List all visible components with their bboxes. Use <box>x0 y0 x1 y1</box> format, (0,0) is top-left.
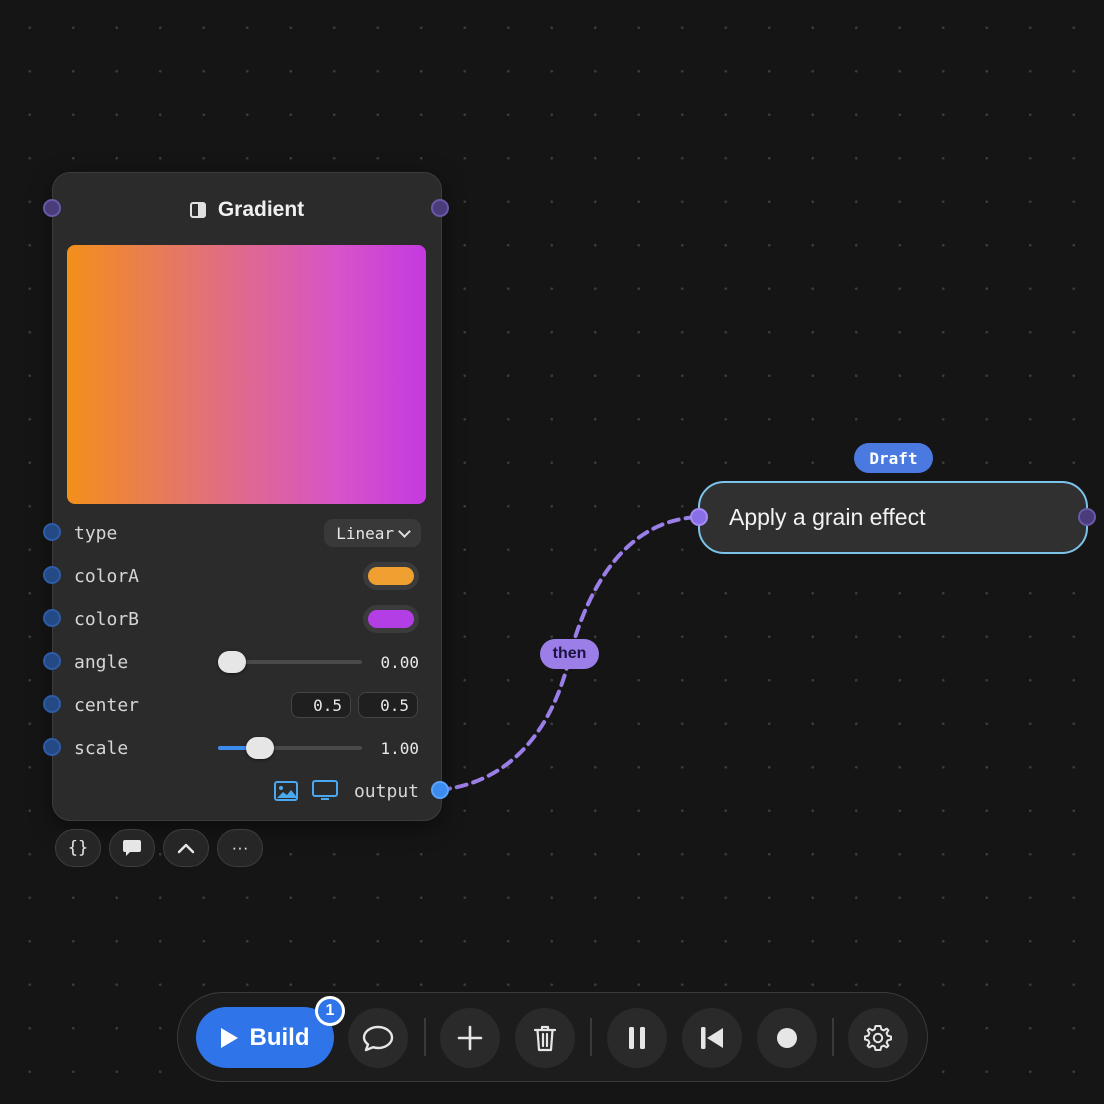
scale-slider[interactable] <box>218 737 362 759</box>
image-icon[interactable] <box>274 781 298 801</box>
output-row: output <box>53 775 441 807</box>
code-button[interactable]: {} <box>55 829 101 867</box>
comment-icon <box>123 840 141 856</box>
scale-slider-knob[interactable] <box>246 737 274 759</box>
settings-icon <box>864 1025 892 1051</box>
skip-back-icon <box>701 1027 723 1049</box>
node-title: Gradient <box>217 198 305 221</box>
angle-slider-knob[interactable] <box>218 651 246 673</box>
prompt-text: Apply a grain effect <box>729 504 926 530</box>
param-label: scale <box>74 737 129 759</box>
add-button[interactable] <box>440 1008 500 1068</box>
settings-button[interactable] <box>848 1008 908 1068</box>
param-row-center: center 0.5 0.5 <box>53 689 441 721</box>
node-input-port[interactable] <box>43 199 61 217</box>
build-button[interactable]: Build <box>196 1007 334 1068</box>
output-port[interactable] <box>431 781 449 799</box>
colorA-swatch <box>368 567 414 585</box>
gradient-preview <box>67 245 426 504</box>
prompt-input-port[interactable] <box>690 508 708 526</box>
param-label: colorA <box>74 565 140 587</box>
node-output-port[interactable] <box>431 199 449 217</box>
gradient-node[interactable]: Gradient type Linear colorA colorB angle… <box>52 172 442 821</box>
param-row-type: type Linear <box>53 517 441 549</box>
connection-label[interactable]: then <box>540 639 599 669</box>
node-header[interactable]: Gradient <box>53 195 441 225</box>
param-label: angle <box>74 651 129 673</box>
add-icon <box>457 1025 483 1051</box>
pause-button[interactable] <box>607 1008 667 1068</box>
toolbar-divider <box>832 1018 834 1056</box>
param-row-angle: angle 0.00 <box>53 646 441 678</box>
prompt-node[interactable]: Apply a grain effect <box>698 481 1088 554</box>
collapse-button[interactable] <box>163 829 209 867</box>
chat-button[interactable] <box>348 1008 408 1068</box>
build-count-badge: 1 <box>315 996 345 1026</box>
colorA-input-port[interactable] <box>43 566 61 584</box>
record-button[interactable] <box>757 1008 817 1068</box>
param-row-scale: scale 1.00 <box>53 732 441 764</box>
draft-badge: Draft <box>854 443 933 473</box>
prompt-output-port[interactable] <box>1078 508 1096 526</box>
output-label: output <box>353 780 419 802</box>
center-x-input[interactable]: 0.5 <box>291 692 351 718</box>
angle-input-port[interactable] <box>43 652 61 670</box>
param-label: center <box>74 694 140 716</box>
monitor-icon[interactable] <box>312 780 338 802</box>
delete-button[interactable] <box>515 1008 575 1068</box>
trash-icon <box>533 1025 557 1052</box>
skip-back-button[interactable] <box>682 1008 742 1068</box>
toolbar-divider <box>590 1018 592 1056</box>
center-input-port[interactable] <box>43 695 61 713</box>
param-label: type <box>74 522 118 544</box>
param-row-colorB: colorB <box>53 603 441 635</box>
angle-value: 0.00 <box>380 652 419 672</box>
colorA-picker[interactable] <box>363 562 419 590</box>
colorB-picker[interactable] <box>363 605 419 633</box>
param-label: colorB <box>74 608 140 630</box>
play-icon <box>220 1027 238 1048</box>
center-y-input[interactable]: 0.5 <box>358 692 418 718</box>
scale-input-port[interactable] <box>43 738 61 756</box>
param-row-colorA: colorA <box>53 560 441 592</box>
gradient-icon <box>189 202 206 218</box>
type-select-value: Linear <box>336 523 394 543</box>
record-icon <box>777 1028 797 1048</box>
chevron-up-icon <box>177 843 195 854</box>
angle-slider[interactable] <box>218 651 362 673</box>
colorB-input-port[interactable] <box>43 609 61 627</box>
colorB-swatch <box>368 610 414 628</box>
comment-button[interactable] <box>109 829 155 867</box>
more-button[interactable]: ··· <box>217 829 263 867</box>
chevron-down-icon <box>398 524 411 538</box>
type-select[interactable]: Linear <box>324 519 421 547</box>
toolbar-divider <box>424 1018 426 1056</box>
node-mini-toolbar: {} ··· <box>55 829 263 867</box>
scale-value: 1.00 <box>380 738 419 758</box>
build-label: Build <box>249 1023 310 1051</box>
type-input-port[interactable] <box>43 523 61 541</box>
pause-icon <box>629 1027 645 1049</box>
chat-icon <box>362 1025 394 1052</box>
